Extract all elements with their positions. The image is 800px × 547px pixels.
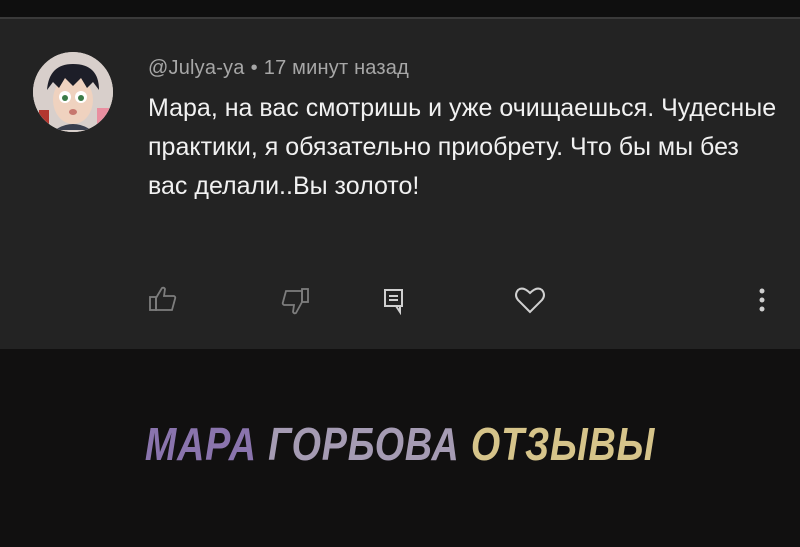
author-name[interactable]: @Julya-ya [148,57,245,79]
meta-separator: • [250,57,258,79]
banner-word-3: ОТЗЫВЫ [470,418,656,470]
comment-text: Мара, на вас смотришь и уже очищаешься. … [148,94,777,200]
top-bar [0,0,800,17]
comment-time: 17 минут назад [263,57,409,79]
avatar[interactable] [33,52,113,132]
more-vertical-icon[interactable] [756,287,768,315]
comment-card: @Julya-ya • 17 минут назад Мара, на вас см… [0,19,800,349]
banner-word-1: МАРА [144,418,257,470]
thumb-up-icon[interactable] [148,284,178,314]
comment-meta: @Julya-ya • 17 минут назад [148,57,409,80]
reply-icon[interactable] [382,287,406,316]
banner-title: МАРА ГОРБОВА ОТЗЫВЫ [72,417,728,471]
thumb-down-icon[interactable] [280,287,310,317]
banner-word-2: ГОРБОВА [268,418,460,470]
heart-icon[interactable] [514,285,546,315]
